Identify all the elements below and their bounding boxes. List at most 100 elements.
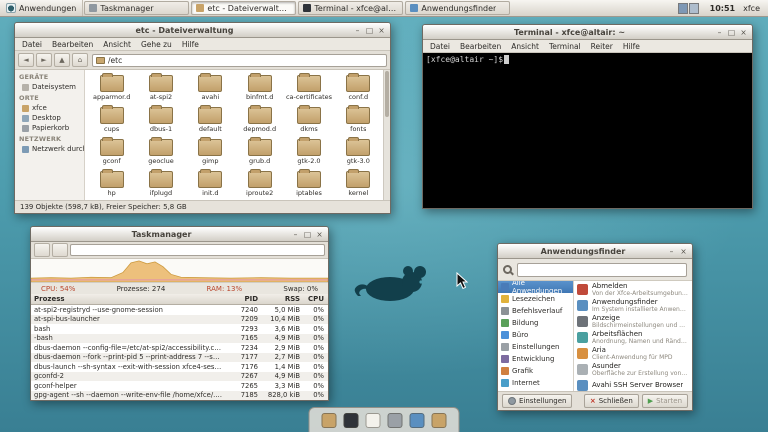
- menu-item[interactable]: Hilfe: [177, 40, 204, 49]
- app-item[interactable]: ArbeitsflächenAnordnung, Namen und Rände…: [574, 329, 692, 345]
- folder-item[interactable]: ifplugd: [136, 168, 185, 200]
- folder-item[interactable]: avahi: [186, 72, 235, 104]
- column-header[interactable]: RSS: [258, 295, 300, 303]
- applications-menu-button[interactable]: Anwendungen: [0, 0, 83, 16]
- taskmanager-titlebar[interactable]: Taskmanager – □ ×: [31, 227, 328, 242]
- menu-item[interactable]: Ansicht: [506, 42, 544, 51]
- menu-item[interactable]: Datei: [425, 42, 455, 51]
- category-item[interactable]: Entwicklung: [498, 353, 573, 365]
- terminal-content[interactable]: [xfce@altair ~]$: [423, 53, 752, 208]
- process-row[interactable]: dbus-daemon --fork --print-pid 5 --print…: [31, 353, 328, 363]
- launch-button[interactable]: ▶ Starten: [642, 394, 688, 408]
- folder-item[interactable]: grub.d: [235, 136, 284, 168]
- path-entry[interactable]: /etc: [92, 54, 387, 67]
- process-row[interactable]: at-spi-bus-launcher720910,4 MiB0%: [31, 315, 328, 325]
- category-item[interactable]: Befehlsverlauf: [498, 305, 573, 317]
- column-header[interactable]: Prozess: [31, 295, 226, 303]
- process-row[interactable]: gconf-helper72653,3 MiB0%: [31, 381, 328, 391]
- maximize-button[interactable]: □: [302, 229, 313, 240]
- category-item[interactable]: Büro: [498, 329, 573, 341]
- category-item[interactable]: Einstellungen: [498, 341, 573, 353]
- process-row[interactable]: at-spi2-registryd --use-gnome-session724…: [31, 305, 328, 315]
- folder-item[interactable]: dbus-1: [136, 104, 185, 136]
- minimize-button[interactable]: –: [352, 25, 363, 36]
- close-button[interactable]: ×: [376, 25, 387, 36]
- minimize-button[interactable]: –: [666, 246, 677, 257]
- process-row[interactable]: -bash71654,9 MiB0%: [31, 334, 328, 344]
- folder-item[interactable]: conf.d: [334, 72, 383, 104]
- folder-item[interactable]: iproute2: [235, 168, 284, 200]
- process-row[interactable]: gpg-agent --sh --daemon --write-env-file…: [31, 391, 328, 401]
- folder-item[interactable]: default: [186, 104, 235, 136]
- dock-item-terminal[interactable]: [344, 413, 359, 428]
- home-icon[interactable]: ⌂: [72, 53, 88, 67]
- appfinder-titlebar[interactable]: Anwendungsfinder – ×: [498, 244, 692, 259]
- app-item[interactable]: AnzeigeBildschirmeinstellungen und An...: [574, 313, 692, 329]
- dock-item-text-editor[interactable]: [366, 413, 381, 428]
- app-item[interactable]: AriaClient-Anwendung für MPD: [574, 345, 692, 361]
- folder-item[interactable]: init.d: [186, 168, 235, 200]
- folder-item[interactable]: cups: [87, 104, 136, 136]
- panel-task-button[interactable]: Terminal - xfce@altair:~: [298, 1, 403, 15]
- category-item[interactable]: Grafik: [498, 365, 573, 377]
- panel-task-button[interactable]: Anwendungsfinder: [405, 1, 510, 15]
- folder-item[interactable]: ca-certificates: [284, 72, 333, 104]
- app-item[interactable]: AbmeldenVon der Xfce-Arbeitsumgebung ...: [574, 281, 692, 297]
- up-icon[interactable]: ▲: [54, 53, 70, 67]
- sidebar-item[interactable]: Dateisystem: [15, 82, 84, 92]
- panel-task-button[interactable]: etc - Dateiverwaltung: [191, 1, 296, 15]
- menu-item[interactable]: Datei: [17, 40, 47, 49]
- folder-item[interactable]: apparmor.d: [87, 72, 136, 104]
- close-button[interactable]: ×: [678, 246, 689, 257]
- maximize-button[interactable]: □: [726, 27, 737, 38]
- sidebar-item[interactable]: Netzwerk durch...: [15, 144, 84, 154]
- folder-item[interactable]: gtk-3.0: [334, 136, 383, 168]
- app-item[interactable]: AsunderOberfläche zur Erstellung von A..…: [574, 361, 692, 377]
- filter-input[interactable]: [70, 244, 325, 256]
- category-item[interactable]: Bildung: [498, 317, 573, 329]
- process-row[interactable]: dbus-launch --sh-syntax --exit-with-sess…: [31, 362, 328, 372]
- folder-item[interactable]: at-spi2: [136, 72, 185, 104]
- menu-item[interactable]: Ansicht: [98, 40, 136, 49]
- folder-item[interactable]: binfmt.d: [235, 72, 284, 104]
- terminal-titlebar[interactable]: Terminal - xfce@altair: ~ – □ ×: [423, 25, 752, 40]
- view-options-icon[interactable]: [34, 243, 50, 257]
- folder-item[interactable]: kernel: [334, 168, 383, 200]
- scrollbar-thumb[interactable]: [385, 71, 389, 117]
- folder-item[interactable]: gimp: [186, 136, 235, 168]
- folder-item[interactable]: dkms: [284, 104, 333, 136]
- dock-item-settings[interactable]: [388, 413, 403, 428]
- folder-item[interactable]: fonts: [334, 104, 383, 136]
- process-row[interactable]: bash72933,6 MiB0%: [31, 324, 328, 334]
- sidebar-item[interactable]: xfce: [15, 103, 84, 113]
- sidebar-item[interactable]: Papierkorb: [15, 123, 84, 133]
- menu-item[interactable]: Reiter: [586, 42, 618, 51]
- minimize-button[interactable]: –: [290, 229, 301, 240]
- vertical-scrollbar[interactable]: [383, 70, 390, 200]
- back-icon[interactable]: ◄: [18, 53, 34, 67]
- panel-task-button[interactable]: Taskmanager: [84, 1, 189, 15]
- refresh-icon[interactable]: [52, 243, 68, 257]
- close-button[interactable]: ×: [738, 27, 749, 38]
- app-item[interactable]: Avahi SSH Server Browser: [574, 377, 692, 391]
- preferences-button[interactable]: Einstellungen: [502, 394, 572, 408]
- workspace-1[interactable]: [678, 3, 688, 14]
- app-item[interactable]: AnwendungsfinderIm System installierte A…: [574, 297, 692, 313]
- folder-item[interactable]: gtk-2.0: [284, 136, 333, 168]
- dock-item-file-cabinet[interactable]: [322, 413, 337, 428]
- menu-item[interactable]: Terminal: [544, 42, 586, 51]
- close-button[interactable]: ×: [314, 229, 325, 240]
- menu-item[interactable]: Gehe zu: [136, 40, 177, 49]
- folder-item[interactable]: hp: [87, 168, 136, 200]
- category-item[interactable]: Internet: [498, 377, 573, 389]
- minimize-button[interactable]: –: [714, 27, 725, 38]
- process-row[interactable]: gconfd-272674,9 MiB0%: [31, 372, 328, 382]
- category-item[interactable]: Alle Anwendungen: [498, 281, 573, 293]
- folder-item[interactable]: depmod.d: [235, 104, 284, 136]
- maximize-button[interactable]: □: [364, 25, 375, 36]
- menu-item[interactable]: Hilfe: [618, 42, 645, 51]
- folder-item[interactable]: gconf: [87, 136, 136, 168]
- menu-item[interactable]: Bearbeiten: [47, 40, 98, 49]
- search-input[interactable]: [517, 263, 687, 277]
- column-header[interactable]: CPU: [300, 295, 328, 303]
